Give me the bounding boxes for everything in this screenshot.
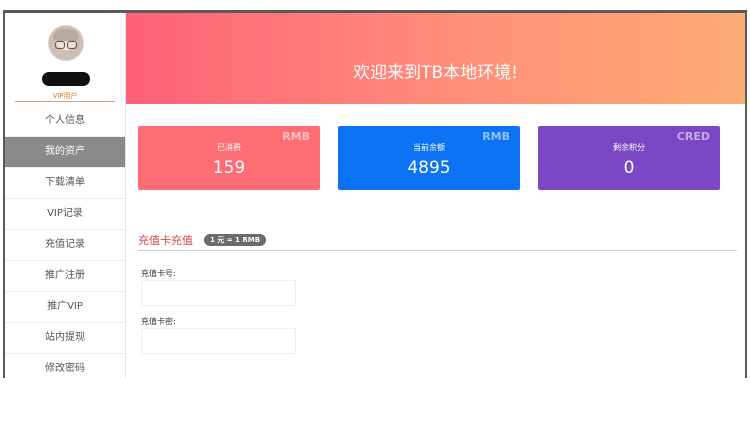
main-content: 欢迎来到TB本地环境! RMB 已消费 159 RMB 当前余额 4895 CR… <box>125 13 745 378</box>
stat-card-label: 剩余积分 <box>613 143 645 152</box>
stat-card-label: 已消费 <box>217 143 241 152</box>
app-window: VIP用户 个人信息 我的资产 下载清单 VIP记录 充值记录 推广注册 推广V… <box>3 10 747 378</box>
avatar[interactable] <box>48 25 84 61</box>
profile-divider <box>15 101 115 102</box>
stat-card-value: 159 <box>212 158 246 178</box>
stat-card-spent: RMB 已消费 159 <box>138 126 320 190</box>
sidebar-item-profile[interactable]: 个人信息 <box>5 106 125 137</box>
sidebar: VIP用户 个人信息 我的资产 下载清单 VIP记录 充值记录 推广注册 推广V… <box>5 13 125 378</box>
card-number-label: 充值卡号: <box>141 269 176 278</box>
sidebar-item-change-password[interactable]: 修改密码 <box>5 354 125 378</box>
redacted-username <box>42 72 90 86</box>
sidebar-item-downloads[interactable]: 下载清单 <box>5 168 125 199</box>
stat-card-value: 0 <box>623 158 635 178</box>
sidebar-item-referral-register[interactable]: 推广注册 <box>5 261 125 292</box>
sidebar-menu: 个人信息 我的资产 下载清单 VIP记录 充值记录 推广注册 推广VIP 站内提… <box>5 106 125 378</box>
sidebar-item-my-assets[interactable]: 我的资产 <box>5 137 125 168</box>
welcome-banner: 欢迎来到TB本地环境! <box>126 13 745 104</box>
user-profile: VIP用户 <box>5 13 125 103</box>
sidebar-item-recharge-records[interactable]: 充值记录 <box>5 230 125 261</box>
exchange-rate-badge: 1 元 = 1 RMB <box>204 234 267 246</box>
stat-card-label: 当前余额 <box>413 143 445 152</box>
recharge-section-header: 充值卡充值 1 元 = 1 RMB <box>138 230 737 251</box>
user-role-label: VIP用户 <box>52 92 78 100</box>
banner-title: 欢迎来到TB本地环境! <box>353 63 518 83</box>
avatar-glasses-left <box>55 41 65 49</box>
stat-card-balance: RMB 当前余额 4895 <box>338 126 520 190</box>
recharge-title: 充值卡充值 <box>138 234 193 247</box>
card-password-input[interactable] <box>141 328 296 354</box>
sidebar-item-withdraw[interactable]: 站内提现 <box>5 323 125 354</box>
avatar-hair <box>53 29 79 41</box>
card-number-input[interactable] <box>141 280 296 306</box>
avatar-glasses-right <box>67 41 77 49</box>
sidebar-item-referral-vip[interactable]: 推广VIP <box>5 292 125 323</box>
stat-card-points: CRED 剩余积分 0 <box>538 126 720 190</box>
card-password-label: 充值卡密: <box>141 317 176 326</box>
stat-card-value: 4895 <box>407 158 451 178</box>
sidebar-item-vip-records[interactable]: VIP记录 <box>5 199 125 230</box>
